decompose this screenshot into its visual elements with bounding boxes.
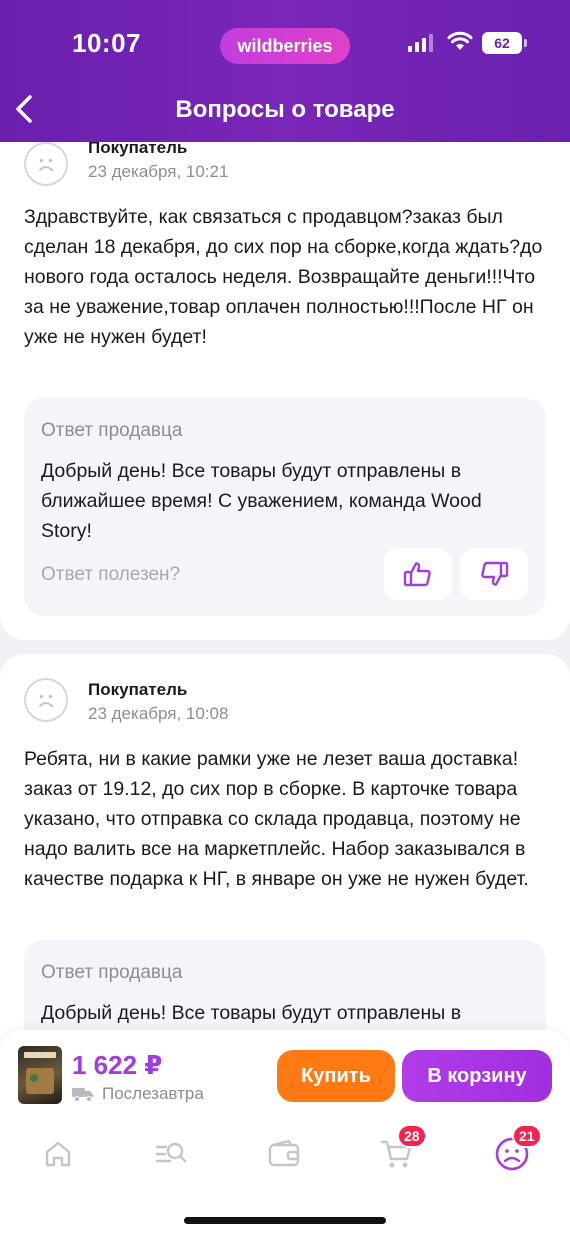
like-button[interactable] (384, 548, 452, 600)
answer-label: Ответ продавца (41, 420, 183, 441)
home-indicator[interactable] (184, 1217, 386, 1224)
add-to-cart-button[interactable]: В корзину (402, 1050, 552, 1102)
wifi-icon (447, 31, 473, 50)
page-title: Вопросы о товаре (175, 96, 395, 123)
sad-face-icon (39, 694, 53, 707)
wildberries-badge[interactable]: wildberries (220, 28, 350, 64)
status-time: 10:07 (72, 28, 141, 58)
avatar (24, 678, 68, 722)
product-thumbnail[interactable] (18, 1046, 62, 1104)
nav-cart[interactable]: 28 (377, 1124, 427, 1174)
battery-tip (524, 39, 527, 47)
question-text: Здравствуйте, как связаться с продавцом?… (24, 206, 543, 348)
question-date: 23 декабря, 10:08 (88, 704, 229, 723)
wallet-icon (268, 1139, 300, 1167)
nav-wallet[interactable] (264, 1134, 304, 1174)
question-card: Покупатель 23 декабря, 10:21 Здравствуйт… (0, 120, 570, 640)
bottom-panel: 1 622 ₽ Послезавтра Купить В корзину 28 … (0, 1030, 570, 1237)
answer-label: Ответ продавца (41, 962, 183, 983)
thumbs-up-icon (403, 562, 431, 587)
nav-home[interactable] (38, 1134, 78, 1174)
delivery-text: Послезавтра (102, 1084, 204, 1103)
question-date: 23 декабря, 10:21 (88, 162, 229, 181)
app-header: 10:07 wildberries 62 Вопросы о товаре (0, 0, 570, 142)
thumbs-down-icon (481, 561, 509, 586)
avatar (24, 142, 68, 186)
buy-button[interactable]: Купить (277, 1050, 395, 1102)
cellular-signal-icon (408, 34, 433, 52)
seller-answer: Ответ продавца Добрый день! Все товары б… (24, 398, 546, 616)
catalog-search-icon (155, 1142, 187, 1163)
question-author: Покупатель (88, 680, 188, 699)
profile-badge: 21 (512, 1124, 542, 1148)
product-price: 1 622 ₽ (72, 1050, 163, 1080)
nav-catalog[interactable] (151, 1134, 191, 1174)
answer-text: Добрый день! Все товары будут отправлены… (41, 1002, 462, 1024)
nav-profile[interactable]: 21 (492, 1124, 542, 1174)
truck-icon (72, 1088, 93, 1102)
answer-text: Добрый день! Все товары будут отправлены… (41, 460, 482, 542)
sad-face-icon (39, 158, 53, 171)
cart-badge: 28 (397, 1124, 427, 1148)
question-text: Ребята, ни в какие рамки уже не лезет ва… (24, 748, 529, 890)
delivery-info: Послезавтра (72, 1084, 204, 1104)
dislike-button[interactable] (460, 548, 528, 600)
helpful-label: Ответ полезен? (41, 564, 181, 585)
battery-indicator: 62 (482, 32, 522, 54)
home-icon (45, 1141, 71, 1167)
